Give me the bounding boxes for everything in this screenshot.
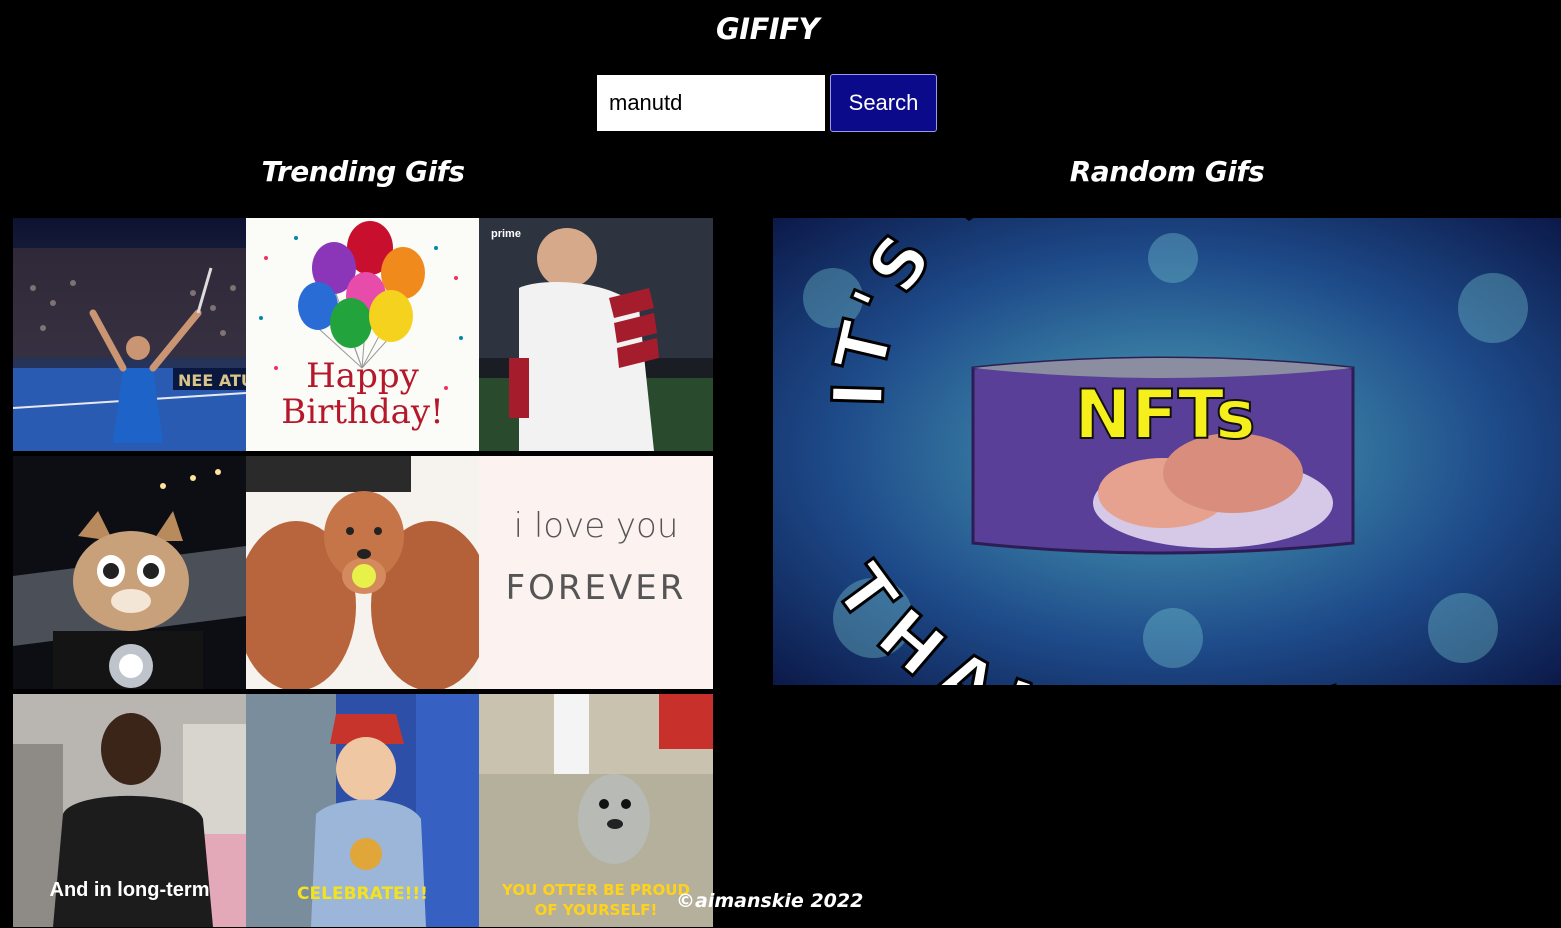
love-line-2: FOREVER [505, 568, 687, 608]
kitchen-caption: And in long-term [49, 879, 210, 901]
birthday-line-2: Birthday! [281, 392, 444, 432]
love-line-1: i love you [513, 506, 679, 546]
search-input[interactable] [597, 75, 825, 131]
trending-gif-football[interactable]: prime [479, 218, 713, 451]
prime-badge: prime [491, 228, 521, 240]
footer-copyright: ©aimanskie 2022 [676, 890, 864, 912]
trending-gif-love[interactable]: i love you FOREVER [479, 456, 713, 689]
trending-gif-birthday[interactable]: Happy Birthday! [246, 218, 479, 451]
trending-gif-kitchen[interactable]: And in long-term [13, 694, 246, 927]
search-button[interactable]: Search [830, 74, 937, 132]
trending-gif-grid: NEE ATUL Happy Birthday! [13, 218, 713, 927]
trending-gif-kitten[interactable] [13, 456, 246, 689]
celebrate-caption: CELEBRATE!!! [297, 884, 428, 904]
birthday-line-1: Happy [306, 356, 419, 396]
trending-gif-tennis[interactable]: NEE ATUL [13, 218, 246, 451]
search-form: Search [597, 74, 937, 132]
trending-heading: Trending Gifs [261, 155, 465, 188]
app-title: GIFIFY [715, 12, 820, 46]
trending-gif-dogs[interactable] [246, 456, 479, 689]
svg-text:NEE ATUL: NEE ATUL [178, 371, 246, 390]
random-gif-nft-spam[interactable]: NFTs IT'S WORSE THAN SPAM [773, 218, 1561, 685]
trending-gif-celebrate[interactable]: CELEBRATE!!! [246, 694, 479, 927]
nft-can-label: NFTs [1074, 376, 1255, 455]
random-heading: Random Gifs [1069, 155, 1265, 188]
